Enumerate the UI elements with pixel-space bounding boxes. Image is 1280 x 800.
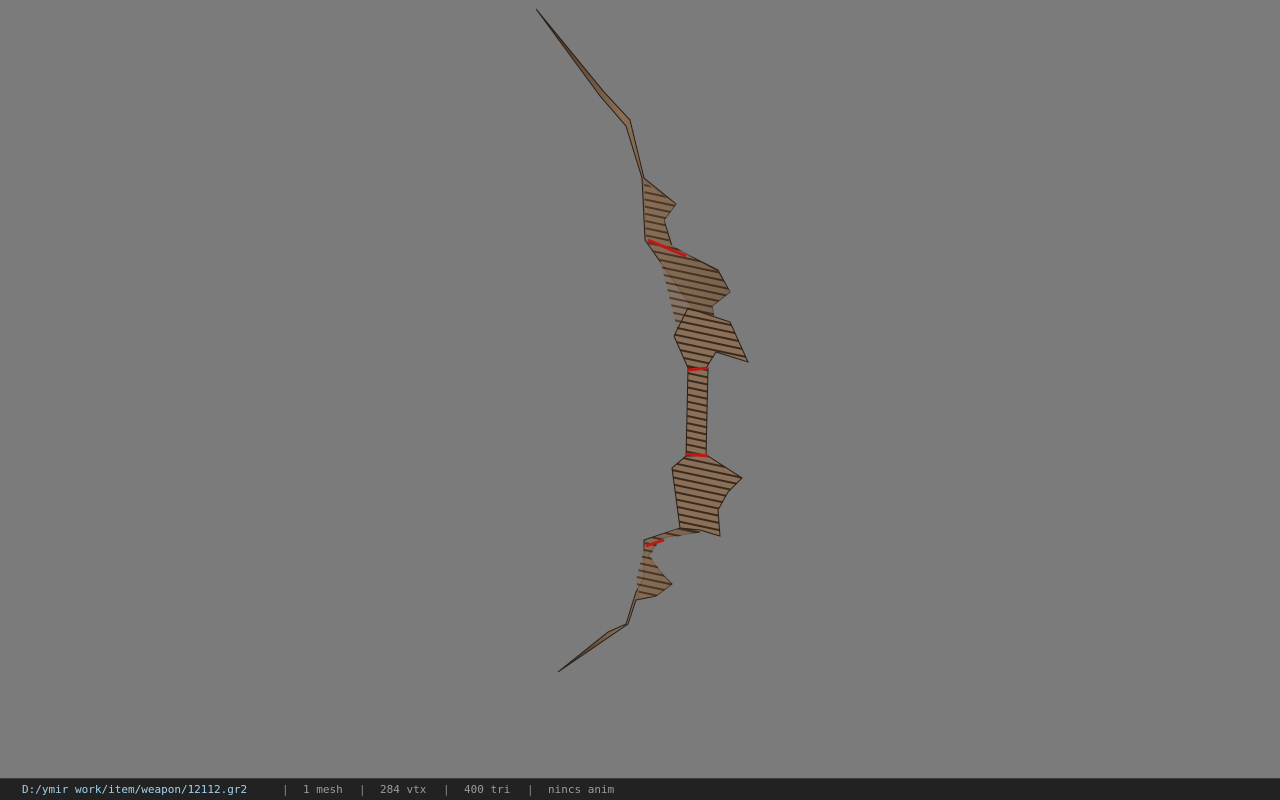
separator: |: [443, 783, 450, 796]
bow-lower-limb: [557, 527, 701, 673]
separator: |: [527, 783, 534, 796]
vertex-count: 284 vtx: [380, 783, 427, 796]
bow-upper-joint: [673, 307, 749, 369]
animation-status: nincs anim: [548, 783, 615, 796]
bow-model[interactable]: [0, 0, 1280, 778]
bow-lower-joint: [671, 455, 743, 537]
file-path: D:/ymir work/item/weapon/12112.gr2: [22, 783, 248, 796]
separator: |: [282, 783, 289, 796]
status-bar: D:/ymir work/item/weapon/12112.gr2 | 1 m…: [0, 778, 1280, 800]
separator: |: [359, 783, 366, 796]
bow-grip: [685, 367, 709, 459]
3d-viewport[interactable]: [0, 0, 1280, 778]
triangle-count: 400 tri: [464, 783, 511, 796]
bow-red-band: [685, 452, 709, 458]
bow-red-band: [687, 366, 709, 372]
mesh-count: 1 mesh: [303, 783, 343, 796]
